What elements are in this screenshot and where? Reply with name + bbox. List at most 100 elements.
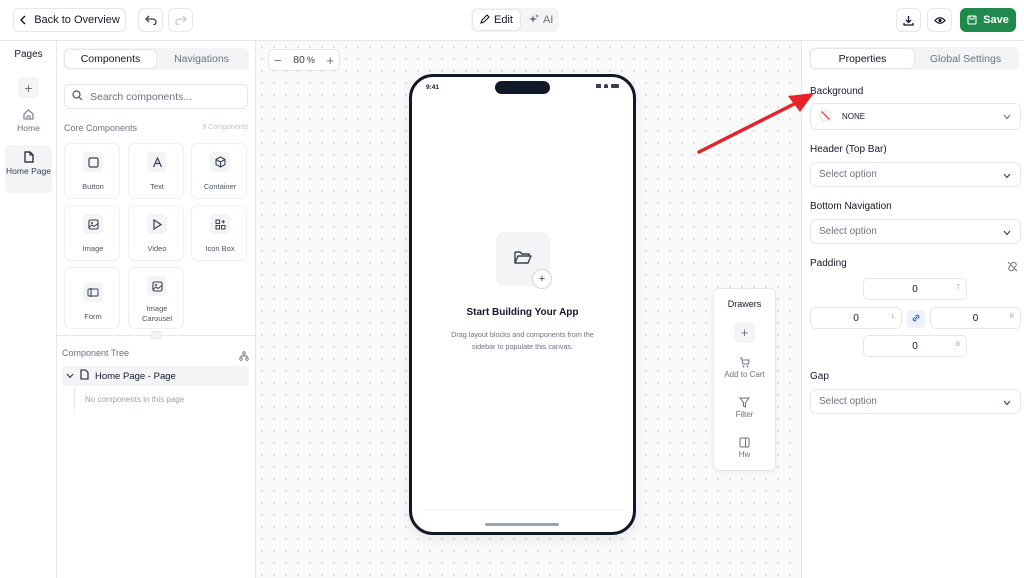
tab-properties[interactable]: Properties: [811, 49, 914, 68]
component-tile-video[interactable]: Video: [128, 205, 184, 261]
drawer-item-label: Filter: [735, 410, 754, 419]
bottom-navigation-label: Bottom Navigation: [810, 201, 892, 212]
grid-plus-icon: [210, 214, 230, 234]
save-button[interactable]: Save: [960, 8, 1016, 32]
padding-top-input[interactable]: 0 T: [863, 278, 967, 300]
link-padding-button[interactable]: [907, 310, 925, 328]
padding-bottom-input[interactable]: 0 B: [863, 335, 967, 357]
phone-frame[interactable]: 9:41 + Start Building Your App Drag layo…: [409, 74, 636, 535]
tab-navigations[interactable]: Navigations: [156, 50, 247, 68]
file-icon: [5, 151, 52, 163]
back-to-overview-label: Back to Overview: [34, 14, 120, 26]
wifi-icon: [604, 84, 608, 88]
plus-icon: +: [24, 79, 33, 96]
component-tile-text[interactable]: Text: [128, 143, 184, 199]
padding-top-suffix: T: [956, 285, 960, 291]
filter-icon: [714, 397, 775, 408]
component-tile-label: Button: [82, 182, 104, 191]
search-icon: [72, 88, 83, 106]
image-icon: [83, 214, 103, 234]
component-tile-label: Image: [82, 244, 104, 253]
pages-rail: Pages + Home Home Page: [0, 41, 57, 578]
drawer-item-filter[interactable]: Filter: [714, 397, 775, 419]
download-button[interactable]: [896, 8, 921, 32]
padding-right-value: 0: [972, 312, 979, 324]
tab-components[interactable]: Components: [65, 50, 156, 68]
pencil-icon: [480, 13, 490, 27]
ai-mode-button[interactable]: AI: [522, 10, 560, 30]
add-drawer-button[interactable]: +: [734, 322, 755, 343]
mode-switcher: Edit AI: [471, 8, 559, 32]
zoom-in-button[interactable]: +: [326, 53, 334, 68]
edit-mode-button[interactable]: Edit: [473, 10, 520, 30]
preview-button[interactable]: [927, 8, 952, 32]
redo-button[interactable]: [168, 8, 193, 32]
add-page-button[interactable]: +: [18, 77, 39, 98]
chevron-down-icon: [1003, 398, 1011, 409]
text-icon: [147, 152, 167, 172]
component-tile-form[interactable]: Form: [64, 267, 120, 329]
component-tile-container[interactable]: Container: [191, 143, 247, 199]
zoom-control: − 80% +: [268, 49, 340, 71]
bottom-navigation-select-value: Select option: [819, 226, 877, 237]
ai-mode-label: AI: [542, 14, 554, 26]
padding-right-input[interactable]: 0 R: [930, 307, 1021, 329]
header-label: Header (Top Bar): [810, 144, 887, 155]
background-select[interactable]: NONE: [810, 103, 1021, 130]
drawer-item-hw[interactable]: Hw: [714, 437, 775, 459]
eye-icon: [933, 16, 946, 25]
components-count: 8 Components: [202, 124, 248, 131]
resize-handle[interactable]: [151, 331, 161, 339]
add-component-icon[interactable]: +: [532, 269, 552, 289]
tree-node-label: Home Page - Page: [95, 370, 176, 382]
header-select[interactable]: Select option: [810, 162, 1021, 187]
unlink-icon[interactable]: [1007, 259, 1018, 277]
top-toolbar: Back to Overview Edit AI Save: [0, 0, 1024, 41]
drawer-item-label: Add to Cart: [724, 370, 765, 379]
zoom-out-button[interactable]: −: [274, 53, 282, 68]
dynamic-island: [495, 81, 550, 94]
annotation-arrow-icon: [690, 80, 820, 165]
page-item-home[interactable]: Home: [5, 109, 52, 133]
component-search: [64, 84, 248, 109]
component-tile-icon-box[interactable]: Icon Box: [191, 205, 247, 261]
component-tile-image-carousel[interactable]: Image Carousel: [128, 267, 184, 329]
signal-icon: [596, 84, 601, 88]
undo-icon: [144, 15, 157, 25]
no-color-icon: [819, 109, 832, 124]
padding-left-input[interactable]: 0 L: [810, 307, 902, 329]
home-icon: [5, 109, 52, 120]
drawers-title: Drawers: [727, 299, 762, 309]
undo-button[interactable]: [138, 8, 163, 32]
tree-structure-icon[interactable]: [239, 348, 249, 366]
chevron-down-icon[interactable]: [66, 371, 74, 382]
drawers-panel: Drawers + Add to Cart Filter Hw: [713, 288, 776, 471]
core-components-title: Core Components: [64, 123, 138, 133]
padding-label: Padding: [810, 258, 847, 269]
panel-icon: [714, 437, 775, 448]
component-tile-image[interactable]: Image: [64, 205, 120, 261]
search-input[interactable]: [90, 90, 240, 103]
carousel-icon: [147, 276, 167, 296]
padding-bottom-suffix: B: [955, 342, 960, 348]
component-tile-button[interactable]: Button: [64, 143, 120, 199]
component-tile-label: Container: [203, 182, 237, 191]
home-indicator: [485, 523, 559, 526]
component-tree-title: Component Tree: [62, 348, 130, 358]
download-icon: [903, 15, 914, 26]
tree-empty-message: No components in this page: [85, 395, 185, 404]
component-tile-label: Video: [147, 244, 167, 253]
padding-right-suffix: R: [1009, 314, 1014, 320]
play-icon: [147, 214, 167, 234]
gap-select[interactable]: Select option: [810, 389, 1021, 414]
drawer-item-add-to-cart[interactable]: Add to Cart: [714, 357, 775, 379]
bottom-navigation-select[interactable]: Select option: [810, 219, 1021, 244]
form-icon: [83, 282, 103, 302]
back-to-overview-button[interactable]: Back to Overview: [13, 8, 126, 32]
padding-top-value: 0: [912, 283, 918, 295]
header-select-value: Select option: [819, 169, 877, 180]
tree-node-home-page[interactable]: Home Page - Page: [62, 366, 249, 386]
page-item-home-page[interactable]: Home Page: [5, 145, 52, 193]
tab-global-settings[interactable]: Global Settings: [914, 49, 1017, 68]
chevron-down-icon: [1003, 171, 1011, 182]
